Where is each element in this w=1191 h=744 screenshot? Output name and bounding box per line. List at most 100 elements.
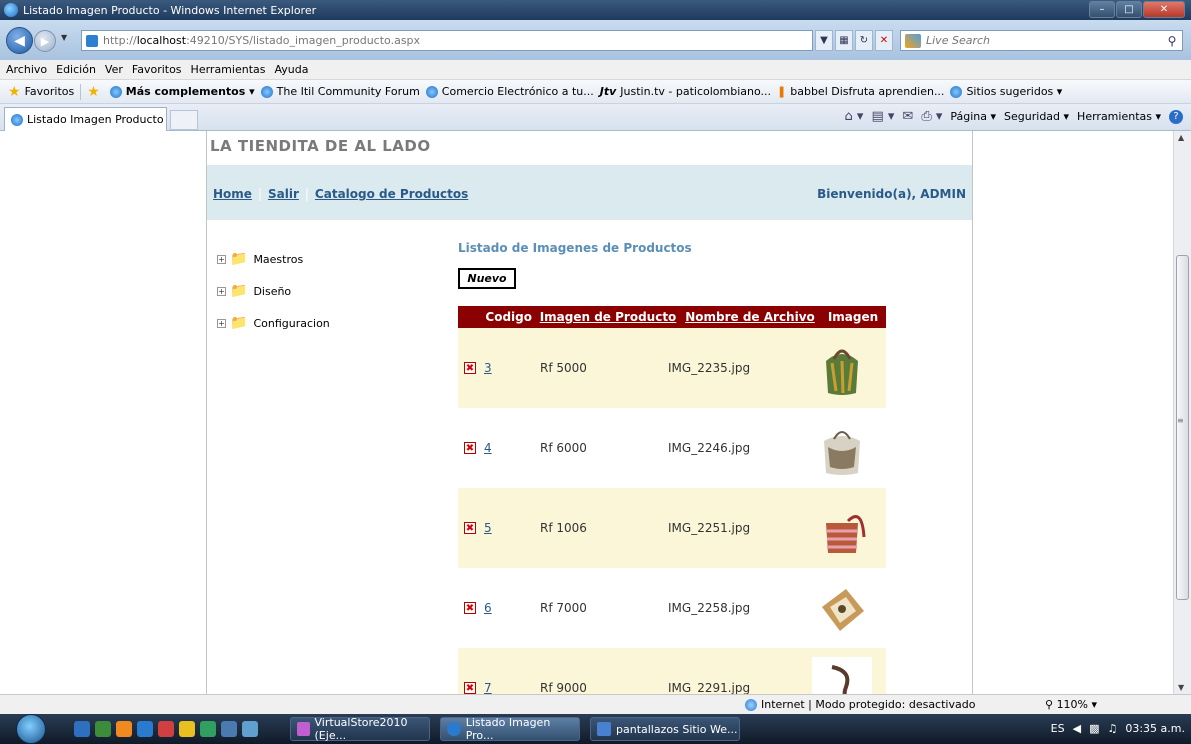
delete-icon[interactable]: ✖ bbox=[464, 362, 476, 374]
code-link[interactable]: 7 bbox=[484, 681, 524, 694]
feeds-icon[interactable]: ▤ ▾ bbox=[871, 109, 894, 124]
header-nombre-archivo[interactable]: Nombre de Archivo bbox=[680, 310, 820, 324]
search-icon[interactable]: ⚲ bbox=[1162, 34, 1182, 48]
home-icon[interactable]: ⌂ ▾ bbox=[845, 109, 864, 124]
ie-page-icon bbox=[260, 85, 273, 98]
search-input[interactable] bbox=[926, 34, 1162, 47]
justintv-icon: Jtv bbox=[599, 85, 617, 98]
code-link[interactable]: 5 bbox=[484, 521, 524, 535]
close-button[interactable]: ✕ bbox=[1143, 1, 1185, 18]
addons-link[interactable]: Más complementos ▾ bbox=[109, 85, 255, 98]
page-menu[interactable]: Página ▾ bbox=[950, 110, 996, 123]
tree-item-maestros[interactable]: + 📁 Maestros bbox=[217, 243, 330, 275]
delete-icon[interactable]: ✖ bbox=[464, 522, 476, 534]
fav-link-babbel[interactable]: ❚ babbel Disfruta aprendien... bbox=[777, 85, 944, 98]
history-dropdown-icon[interactable]: ▼ bbox=[61, 33, 67, 42]
expand-icon[interactable]: + bbox=[217, 318, 226, 328]
explorer-icon[interactable] bbox=[95, 721, 111, 737]
expand-icon[interactable]: + bbox=[217, 254, 226, 264]
delete-icon[interactable]: ✖ bbox=[464, 602, 476, 614]
product-cell: Rf 9000 bbox=[540, 681, 587, 694]
fav-link-itil[interactable]: The Itil Community Forum bbox=[260, 85, 420, 98]
nuevo-button[interactable]: Nuevo bbox=[458, 268, 516, 289]
tray-expand-icon[interactable]: ◀ bbox=[1073, 722, 1081, 735]
help-icon[interactable]: ? bbox=[1169, 109, 1183, 124]
zoom-dropdown-icon[interactable]: ▾ bbox=[1092, 698, 1098, 711]
ie-page-icon bbox=[950, 85, 963, 98]
fav-link-justin[interactable]: Jtv Justin.tv - paticolombiano... bbox=[600, 85, 771, 98]
security-zone[interactable]: Internet | Modo protegido: desactivado bbox=[745, 698, 975, 711]
clock[interactable]: 03:35 a.m. bbox=[1125, 722, 1185, 735]
desktop-icon[interactable] bbox=[74, 721, 90, 737]
menu-ayuda[interactable]: Ayuda bbox=[274, 63, 308, 76]
expand-icon[interactable]: + bbox=[217, 286, 226, 296]
menu-bar: Archivo Edición Ver Favoritos Herramient… bbox=[0, 60, 1191, 80]
page-icon bbox=[86, 34, 98, 47]
stop-icon[interactable]: ✕ bbox=[875, 30, 893, 51]
fav-link-comercio[interactable]: Comercio Electrónico a tu... bbox=[425, 85, 594, 98]
zoom-control[interactable]: ⚲ 110% ▾ bbox=[1045, 698, 1097, 711]
forward-button[interactable]: ▶ bbox=[34, 30, 56, 52]
command-bar: ⌂ ▾ ▤ ▾ ✉ ⎙ ▾ Página ▾ Seguridad ▾ Herra… bbox=[845, 109, 1183, 124]
app-icon[interactable] bbox=[158, 721, 174, 737]
favorites-label: Favoritos bbox=[24, 85, 75, 98]
volume-icon[interactable]: ♫ bbox=[1107, 722, 1117, 735]
ie-tab-icon bbox=[11, 113, 23, 126]
tools-menu[interactable]: Herramientas ▾ bbox=[1077, 110, 1161, 123]
back-button[interactable]: ◀ bbox=[6, 27, 33, 54]
menu-herramientas[interactable]: Herramientas bbox=[191, 63, 266, 76]
maximize-button[interactable]: □ bbox=[1116, 1, 1142, 18]
url-input[interactable]: http://localhost:49210/SYS/listado_image… bbox=[81, 30, 813, 51]
nav-home-link[interactable]: Home bbox=[213, 187, 252, 201]
delete-icon[interactable]: ✖ bbox=[464, 682, 476, 694]
start-button[interactable] bbox=[16, 714, 46, 744]
ie-quick-icon[interactable] bbox=[137, 721, 153, 737]
nav-catalogo-link[interactable]: Catalogo de Productos bbox=[315, 187, 468, 201]
scroll-thumb[interactable] bbox=[1176, 255, 1189, 600]
new-tab-button[interactable] bbox=[170, 110, 198, 130]
tree-item-diseno[interactable]: + 📁 Diseño bbox=[217, 275, 330, 307]
refresh-icon[interactable]: ↻ bbox=[855, 30, 873, 51]
zoom-level: 110% bbox=[1056, 698, 1089, 711]
task-listado[interactable]: Listado Imagen Pro... bbox=[440, 716, 580, 742]
code-link[interactable]: 6 bbox=[484, 601, 524, 615]
window-title: Listado Imagen Producto - Windows Intern… bbox=[23, 3, 317, 17]
header-imagen-producto[interactable]: Imagen de Producto bbox=[536, 310, 680, 324]
nav-salir-link[interactable]: Salir bbox=[268, 187, 299, 201]
security-menu[interactable]: Seguridad ▾ bbox=[1004, 110, 1069, 123]
menu-favoritos[interactable]: Favoritos bbox=[132, 63, 182, 76]
vertical-scrollbar[interactable]: ▲ ≡ ▼ bbox=[1173, 131, 1191, 694]
header-imagen: Imagen bbox=[827, 310, 879, 324]
mail-icon[interactable]: ✉ bbox=[902, 109, 913, 124]
menu-archivo[interactable]: Archivo bbox=[6, 63, 47, 76]
language-indicator[interactable]: ES bbox=[1051, 722, 1065, 735]
tree-item-configuracion[interactable]: + 📁 Configuracion bbox=[217, 307, 330, 339]
notes-icon[interactable] bbox=[221, 721, 237, 737]
zone-text: Internet | Modo protegido: desactivado bbox=[761, 698, 976, 711]
favorites-button[interactable]: ★ Favoritos bbox=[8, 84, 74, 100]
fav-link-sugeridos[interactable]: Sitios sugeridos ▾ bbox=[950, 85, 1062, 98]
messenger-icon[interactable] bbox=[179, 721, 195, 737]
menu-ver[interactable]: Ver bbox=[105, 63, 123, 76]
code-link[interactable]: 4 bbox=[484, 441, 524, 455]
print-icon[interactable]: ⎙ ▾ bbox=[921, 109, 942, 124]
delete-icon[interactable]: ✖ bbox=[464, 442, 476, 454]
menu-edicion[interactable]: Edición bbox=[56, 63, 96, 76]
add-to-favorites-button[interactable]: ★ bbox=[87, 84, 104, 100]
compat-view-icon[interactable]: ▦ bbox=[835, 30, 853, 51]
tab-listado-imagen-producto[interactable]: Listado Imagen Producto bbox=[4, 107, 167, 131]
url-host: localhost bbox=[136, 34, 187, 47]
code-link[interactable]: 3 bbox=[484, 361, 524, 375]
minimize-button[interactable]: – bbox=[1089, 1, 1115, 18]
fav-link-label: Sitios sugeridos ▾ bbox=[966, 85, 1063, 98]
media-icon[interactable] bbox=[116, 721, 132, 737]
task-pantallazos[interactable]: pantallazos Sitio We... bbox=[590, 717, 740, 741]
url-dropdown-icon[interactable]: ▼ bbox=[815, 30, 833, 51]
scroll-up-icon[interactable]: ▲ bbox=[1178, 133, 1184, 142]
scroll-down-icon[interactable]: ▼ bbox=[1178, 683, 1184, 692]
network-icon[interactable]: ▩ bbox=[1089, 722, 1099, 735]
publisher-icon[interactable] bbox=[200, 721, 216, 737]
calc-icon[interactable] bbox=[242, 721, 258, 737]
tree-item-label: Diseño bbox=[253, 284, 292, 298]
task-virtualstore[interactable]: VirtualStore2010 (Eje... bbox=[290, 716, 430, 742]
